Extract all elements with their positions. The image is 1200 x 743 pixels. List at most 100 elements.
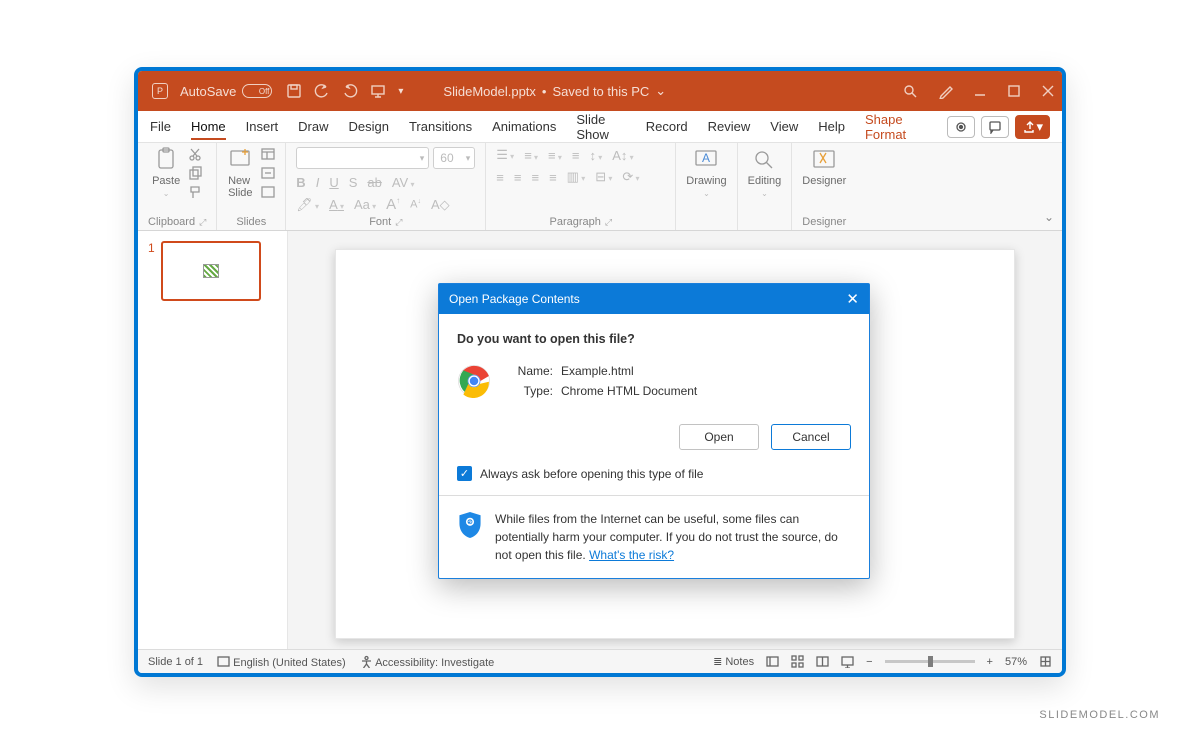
open-button[interactable]: Open [679,424,759,450]
collapse-ribbon-icon[interactable]: ⌄ [1044,210,1054,224]
clear-format-button[interactable]: A◇ [431,197,450,213]
autosave-state: Off [259,87,270,96]
zoom-level[interactable]: 57% [1005,656,1027,668]
tab-design[interactable]: Design [349,115,389,138]
tab-review[interactable]: Review [708,115,751,138]
change-case-button[interactable]: Aa [354,197,376,212]
sorter-view-icon[interactable] [791,655,804,668]
redo-icon[interactable] [342,83,358,99]
tab-view[interactable]: View [770,115,798,138]
clipboard-launcher-icon[interactable]: ⤢ [199,217,206,227]
align-left-button[interactable]: ≡ [496,170,504,185]
text-direction-button[interactable]: A↕ [612,148,633,163]
tab-transitions[interactable]: Transitions [409,115,472,138]
bold-button[interactable]: B [296,175,305,190]
indent-dec-button[interactable]: ≡ [548,148,562,163]
whats-the-risk-link[interactable]: What's the risk? [589,548,674,562]
indent-inc-button[interactable]: ≡ [572,148,580,163]
camera-button[interactable] [947,116,975,138]
font-family-combo[interactable] [296,147,429,169]
tab-animations[interactable]: Animations [492,115,556,138]
tab-insert[interactable]: Insert [246,115,279,138]
type-label: Type: [507,384,553,398]
align-text-button[interactable]: ⊟ [595,169,612,185]
tab-draw[interactable]: Draw [298,115,328,138]
drawpen-icon[interactable] [938,83,954,99]
tab-slideshow[interactable]: Slide Show [576,108,625,146]
smartart-button[interactable]: ⟳ [622,169,639,185]
tab-help[interactable]: Help [818,115,845,138]
chrome-icon [457,364,491,398]
maximize-icon[interactable] [1006,83,1022,99]
font-launcher-icon[interactable]: ⤢ [395,217,402,227]
present-icon[interactable] [370,83,386,99]
cut-icon[interactable] [188,147,202,161]
fit-window-icon[interactable] [1039,655,1052,668]
shrink-font-button[interactable]: A↓ [410,198,421,211]
dialog-close-icon[interactable]: ✕ [846,290,859,308]
always-ask-checkbox[interactable]: ✓ [457,466,472,481]
strike-button[interactable]: ab [367,175,381,190]
drawing-button[interactable]: A Drawing⌄ [686,147,726,198]
group-slides: New Slide Slides [217,143,286,230]
paste-button[interactable]: Paste⌄ [152,147,180,198]
slide-counter[interactable]: Slide 1 of 1 [148,656,203,668]
title-bar: P AutoSave Off ▾ SlideModel.pptx • Saved… [138,71,1062,111]
new-slide-button[interactable]: New Slide [227,147,253,199]
share-button[interactable]: ▾ [1015,115,1050,139]
grow-font-button[interactable]: A↑ [386,196,400,213]
align-center-button[interactable]: ≡ [514,170,522,185]
slideshow-view-icon[interactable] [841,655,854,668]
normal-view-icon[interactable] [766,655,779,668]
save-state: Saved to this PC [552,84,649,99]
tab-record[interactable]: Record [646,115,688,138]
bullets-button[interactable]: ☰ [496,147,514,163]
shadow-button[interactable]: S [349,175,358,190]
document-title[interactable]: SlideModel.pptx • Saved to this PC ⌄ [443,83,666,99]
columns-button[interactable]: ▥ [567,169,586,185]
tab-home[interactable]: Home [191,115,226,140]
justify-button[interactable]: ≡ [549,170,557,185]
zoom-out-button[interactable]: − [866,656,872,668]
accessibility-status[interactable]: Accessibility: Investigate [360,655,495,669]
dialog-titlebar: Open Package Contents ✕ [439,284,869,314]
qat-more-icon[interactable]: ▾ [398,86,403,97]
cancel-button[interactable]: Cancel [771,424,851,450]
font-fill-button[interactable]: A [329,197,344,212]
font-size-combo[interactable]: 60 [433,147,475,169]
save-icon[interactable] [286,83,302,99]
reading-view-icon[interactable] [816,655,829,668]
notes-button[interactable]: ≣ Notes [713,655,754,668]
ribbon: Paste⌄ Clipboard⤢ New Slide [138,143,1062,231]
editing-button[interactable]: Editing⌄ [748,147,782,198]
numbering-button[interactable]: ≡ [524,148,538,163]
format-painter-icon[interactable] [188,185,202,199]
line-spacing-button[interactable]: ↕ [589,148,602,163]
close-icon[interactable] [1040,83,1056,99]
minimize-icon[interactable] [972,83,988,99]
italic-button[interactable]: I [316,175,320,190]
search-icon[interactable] [902,83,918,99]
language-status[interactable]: English (United States) [217,655,346,669]
designer-button[interactable]: Designer [802,147,846,187]
font-color-button[interactable]: 🖊 [296,197,319,213]
reset-icon[interactable] [261,166,275,180]
autosave-toggle[interactable]: AutoSave Off [180,84,272,99]
slide-thumbnail-1[interactable] [161,241,261,301]
undo-icon[interactable] [314,83,330,99]
name-label: Name: [507,364,553,378]
tab-file[interactable]: File [150,115,171,138]
zoom-in-button[interactable]: + [987,656,993,668]
para-launcher-icon[interactable]: ⤢ [605,217,612,227]
tab-shape-format[interactable]: Shape Format [865,108,927,146]
layout-icon[interactable] [261,147,275,161]
char-spacing-button[interactable]: AV [392,175,415,190]
copy-icon[interactable] [188,166,202,180]
comments-button[interactable] [981,116,1009,138]
status-bar: Slide 1 of 1 English (United States) Acc… [138,649,1062,673]
zoom-slider[interactable] [885,660,975,663]
section-icon[interactable] [261,185,275,199]
align-right-button[interactable]: ≡ [531,170,539,185]
underline-button[interactable]: U [329,175,338,190]
ribbon-tabs: File Home Insert Draw Design Transitions… [138,111,1062,143]
